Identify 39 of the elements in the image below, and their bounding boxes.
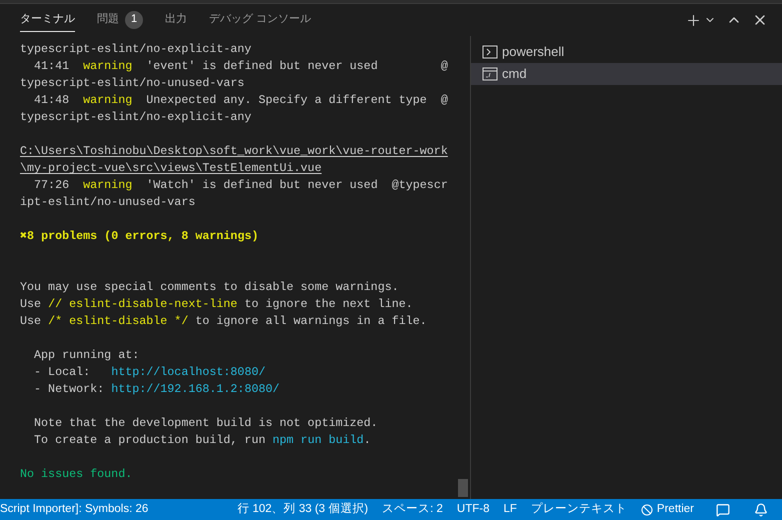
terminal-list-item[interactable]: cmd: [471, 63, 782, 85]
terminal-line: typescript-eslint/no-explicit-any: [20, 109, 252, 126]
terminal-list-item[interactable]: powershell: [471, 41, 782, 63]
terminal-line: 41:48 warning Unexpected any. Specify a different type @: [33, 92, 448, 109]
panel-tab[interactable]: 出力: [165, 8, 187, 32]
terminal-line: ✖8 problems (0 errors, 8 warnings): [20, 228, 258, 245]
terminal-line: \my-project-vue\src\views\TestElementUi.vue: [20, 160, 322, 177]
terminal-prompt-icon: [482, 44, 498, 60]
terminal-line: 41:41 warning 'event' is defined but never used @: [33, 58, 448, 75]
terminal-line: Use // eslint-disable-next-line to ignore the next line.: [20, 296, 413, 313]
terminal-line: Note that the development build is not optimized.: [33, 415, 378, 432]
terminal-line: You may use special comments to disable some warnings.: [20, 279, 399, 296]
status-text: Script Importer]: Symbols: 26: [0, 502, 148, 517]
bell-icon[interactable]: [754, 502, 768, 516]
terminal-line: C:\Users\Toshinobu\Desktop\soft_work\vue_work\vue-router-work: [20, 143, 448, 160]
terminal-line: Use /* eslint-disable */ to ignore all warnings in a file.: [20, 313, 427, 330]
disabled-icon: [640, 504, 653, 516]
terminal-line: To create a production build, run npm run build.: [33, 432, 371, 449]
status-item[interactable]: LF: [504, 500, 517, 518]
status-item[interactable]: 行 102、列 33 (3 個選択): [237, 500, 368, 518]
terminal-line: No issues found.: [20, 466, 132, 483]
terminal-line: 77:26 warning 'Watch' is defined but never used @typescr: [33, 177, 448, 194]
panel-tab[interactable]: ターミナル: [20, 8, 75, 32]
terminal-line: typescript-eslint/no-explicit-any: [20, 41, 252, 58]
terminal-line: ipt-eslint/no-unused-vars: [20, 194, 196, 211]
panel-tab[interactable]: デバッグ コンソール: [209, 8, 312, 32]
status-item[interactable]: プレーンテキスト: [530, 500, 627, 518]
terminal-line: App running at:: [33, 347, 140, 364]
command-window-icon: [482, 66, 498, 82]
terminal-line: - Network: http://192.168.1.2:8080/: [33, 381, 280, 398]
status-item[interactable]: スペース: 2: [382, 500, 443, 518]
terminal-line: typescript-eslint/no-unused-vars: [20, 75, 244, 92]
panel-tab[interactable]: 問題 1: [97, 8, 143, 32]
count-badge: 1: [125, 10, 143, 28]
feedback-icon[interactable]: [716, 502, 730, 516]
status-item[interactable]: UTF-8: [456, 500, 490, 518]
terminal-line: - Local: http://localhost:8080/: [33, 364, 266, 381]
scrollbar-thumb[interactable]: [458, 479, 468, 497]
status-item[interactable]: Prettier: [656, 500, 694, 518]
